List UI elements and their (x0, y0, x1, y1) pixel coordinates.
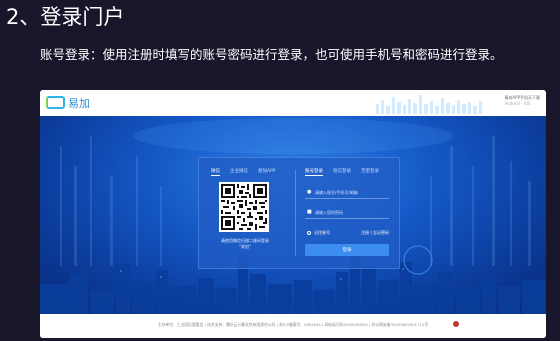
qr-caption: 请使用微信扫描二维码登录 "易加" (207, 238, 283, 250)
footer-text: 主办单位：工业园区管委会 | 技术支持：腾讯云计算北京有限责任公司 | 苏ICP… (157, 322, 429, 327)
login-qr-code (219, 182, 269, 232)
card-divider (295, 170, 296, 256)
user-icon: ● (307, 189, 312, 195)
portal-screenshot: 易加 青岛APP手机天下载 Android · iOS 微信 企业微信 易加AP… (40, 90, 546, 338)
police-badge-icon (453, 321, 459, 327)
remember-row: 记住账号 注册 | 忘记密码 (305, 230, 389, 238)
tab-account-login[interactable]: 账号登录 (305, 168, 323, 176)
qr-caption-line2: "易加" (239, 244, 251, 249)
login-card: 微信 企业微信 易加APP 请使用微信扫描二维码登录 "易加" 账号登录 短信登… (198, 157, 400, 269)
header-city-decoration (376, 95, 482, 114)
portal-footer: 主办单位：工业园区管委会 | 技术支持：腾讯云计算北京有限责任公司 | 苏ICP… (40, 314, 546, 338)
app-download-info[interactable]: 青岛APP手机天下载 Android · iOS (504, 95, 540, 107)
tab-yijia-app[interactable]: 易加APP (258, 168, 276, 176)
tab-enterprise-wechat[interactable]: 企业微信 (230, 168, 248, 176)
account-login-tabs: 账号登录 短信登录 无密登录 (305, 168, 379, 176)
username-field[interactable]: ● 请输入账号/手机号/邮箱 (305, 186, 389, 199)
tab-wechat[interactable]: 微信 (211, 168, 220, 176)
app-download-platforms: Android · iOS (504, 101, 531, 106)
brand-name: 易加 (68, 97, 90, 110)
portal-header: 易加 青岛APP手机天下载 Android · iOS (40, 90, 546, 116)
register-forgot-links[interactable]: 注册 | 忘记密码 (361, 230, 389, 236)
password-placeholder: 请输入您的密码 (315, 210, 343, 215)
login-hero-banner: 微信 企业微信 易加APP 请使用微信扫描二维码登录 "易加" 账号登录 短信登… (40, 116, 546, 314)
tab-passwordless-login[interactable]: 无密登录 (361, 168, 379, 176)
qr-login-tabs: 微信 企业微信 易加APP (211, 168, 276, 176)
username-placeholder: 请输入账号/手机号/邮箱 (315, 190, 358, 195)
remember-account-label[interactable]: 记住账号 (314, 230, 330, 236)
qr-code-icon (221, 184, 267, 230)
slide-title: 2、登录门户 (6, 5, 125, 29)
lock-icon: ■ (307, 209, 312, 215)
slide-description: 账号登录：使用注册时填写的账号密码进行登录，也可使用手机号和密码进行登录。 (40, 47, 503, 62)
tab-sms-login[interactable]: 短信登录 (333, 168, 351, 176)
remember-account-checkbox[interactable] (307, 231, 311, 235)
password-field[interactable]: ■ 请输入您的密码 (305, 206, 389, 219)
login-button[interactable]: 登录 (305, 244, 389, 256)
brand-logo-icon (46, 96, 65, 109)
